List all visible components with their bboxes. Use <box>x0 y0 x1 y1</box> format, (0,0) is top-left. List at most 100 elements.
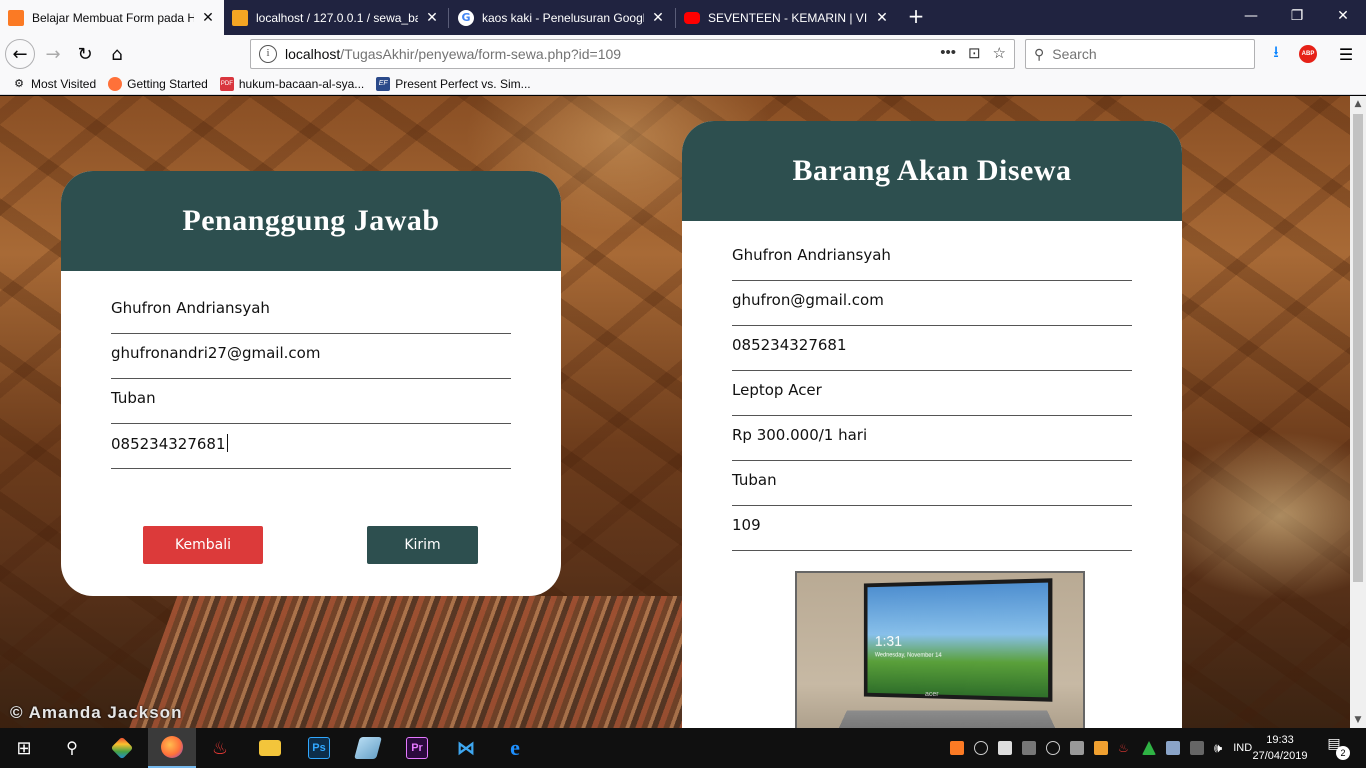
renter-name-field: Ghufron Andriansyah <box>732 236 1132 281</box>
email-field[interactable]: ghufronandri27@gmail.com <box>111 334 511 379</box>
card-header: Barang Akan Disewa <box>682 121 1182 221</box>
taskbar-app-red[interactable]: ♨ <box>196 728 244 768</box>
bookmark-present-perfect[interactable]: EF Present Perfect vs. Sim... <box>370 76 536 91</box>
system-tray: ♨ 🕪 IND <box>945 728 1252 768</box>
network-icon[interactable] <box>974 741 988 755</box>
forward-button[interactable]: → <box>38 39 68 69</box>
edge-icon: e <box>510 735 520 760</box>
item-location-field: Tuban <box>732 461 1132 506</box>
item-photo-laptop: 1:31 Wednesday, November 14 acer <box>795 571 1085 728</box>
xampp-tray-icon[interactable] <box>950 741 964 755</box>
info-icon[interactable]: i <box>259 45 277 63</box>
back-button[interactable]: ← <box>5 39 35 69</box>
laptop-clock: 1:31 <box>874 633 903 650</box>
tab-google[interactable]: G kaos kaki - Penelusuran Google ✕ <box>450 0 674 35</box>
adblock-plus-icon[interactable]: ABP <box>1298 44 1318 64</box>
laptop-keyboard <box>824 710 1070 728</box>
taskbar-edge[interactable]: e <box>491 728 539 768</box>
laptop-brand: acer <box>925 691 939 698</box>
tab-youtube[interactable]: SEVENTEEN - KEMARIN | VIDEO ✕ <box>676 0 898 35</box>
minimize-button[interactable]: — <box>1228 0 1274 32</box>
scroll-up-icon[interactable]: ▲ <box>1350 96 1366 112</box>
photoshop-icon: Ps <box>308 737 330 759</box>
close-window-button[interactable]: ✕ <box>1320 0 1366 32</box>
card-title: Barang Akan Disewa <box>792 154 1072 187</box>
page-actions-icon[interactable]: ••• <box>940 44 956 62</box>
search-bar[interactable]: ⚲ Search <box>1025 39 1255 69</box>
field-value: Ghufron Andriansyah <box>111 299 270 317</box>
app-colorful-icon <box>110 736 134 760</box>
notification-count: 2 <box>1336 746 1350 760</box>
laptop-screen: 1:31 Wednesday, November 14 <box>863 578 1053 702</box>
bookmark-star-icon[interactable]: ☆ <box>993 44 1006 62</box>
renter-email-field: ghufron@gmail.com <box>732 281 1132 326</box>
submit-button[interactable]: Kirim <box>367 526 478 564</box>
restore-button[interactable]: ❐ <box>1274 0 1320 32</box>
pocket-icon[interactable]: ⊡ <box>968 44 981 62</box>
close-tab-icon[interactable]: ✕ <box>650 10 666 26</box>
home-button[interactable]: ⌂ <box>102 39 132 69</box>
volume-icon[interactable]: 🕪 <box>1214 740 1222 756</box>
app-red-icon: ♨ <box>211 737 229 758</box>
close-tab-icon[interactable]: ✕ <box>874 10 890 26</box>
link-icon[interactable] <box>1046 741 1060 755</box>
download-icon[interactable]: ⭳ <box>1266 42 1286 64</box>
app-orange-tray-icon[interactable] <box>1094 741 1108 755</box>
address-field[interactable]: Tuban <box>111 379 511 424</box>
start-button[interactable]: ⊞ <box>0 728 48 768</box>
page-scrollbar[interactable]: ▲ ▼ <box>1350 96 1366 728</box>
taskbar-app-notebook[interactable] <box>344 728 392 768</box>
app-notebook-icon <box>354 737 382 759</box>
taskbar-premiere[interactable]: Pr <box>393 728 441 768</box>
app-green-tray-icon[interactable] <box>1142 741 1156 755</box>
url-path: /TugasAkhir/penyewa/form-sewa.php?id=109 <box>340 46 622 62</box>
app-tray-icon[interactable] <box>1070 741 1084 755</box>
taskbar-vscode[interactable]: ⋈ <box>442 728 490 768</box>
menu-hamburger-icon[interactable]: ☰ <box>1336 44 1356 64</box>
bookmark-hukum-bacaan[interactable]: PDF hukum-bacaan-al-sya... <box>214 76 370 91</box>
taskbar-firefox[interactable] <box>148 728 196 768</box>
taskbar-clock[interactable]: 19:33 27/04/2019 <box>1245 732 1315 764</box>
premiere-icon: Pr <box>406 737 428 759</box>
field-value: Ghufron Andriansyah <box>732 246 891 264</box>
name-field[interactable]: Ghufron Andriansyah <box>111 289 511 334</box>
action-center-button[interactable]: ▤ 2 <box>1322 736 1350 760</box>
search-icon: ⚲ <box>66 740 78 757</box>
search-placeholder: Search <box>1052 46 1097 62</box>
home-icon: ⌂ <box>111 43 123 65</box>
taskbar-file-explorer[interactable] <box>246 728 294 768</box>
phone-field[interactable]: 085234327681 <box>111 424 511 469</box>
reload-button[interactable]: ↻ <box>70 39 100 69</box>
tab-phpmyadmin[interactable]: localhost / 127.0.0.1 / sewa_barang ✕ <box>224 0 448 35</box>
url-bar[interactable]: i localhost/TugasAkhir/penyewa/form-sewa… <box>250 39 1015 69</box>
new-tab-button[interactable]: + <box>904 4 928 30</box>
item-name-field: Leptop Acer <box>732 371 1132 416</box>
back-button[interactable]: Kembali <box>143 526 263 564</box>
card-header: Penanggung Jawab <box>61 171 561 271</box>
taskbar-photoshop[interactable]: Ps <box>295 728 343 768</box>
scroll-down-icon[interactable]: ▼ <box>1350 712 1366 728</box>
bookmark-most-visited[interactable]: ⚙ Most Visited <box>6 77 102 91</box>
scrollbar-thumb[interactable] <box>1353 114 1363 582</box>
taskbar-app-colorful[interactable] <box>98 728 146 768</box>
tab-belajar-form[interactable]: Belajar Membuat Form pada HTML ✕ <box>0 0 224 35</box>
taskbar-search-button[interactable]: ⚲ <box>48 728 96 768</box>
folder-icon <box>259 740 281 756</box>
display-icon[interactable] <box>1022 741 1036 755</box>
photo-watermark: © Amanda Jackson <box>10 703 183 722</box>
windows-taskbar: ⊞ ⚲ ♨ Ps Pr ⋈ e ♨ 🕪 IND 19:33 27/04/2019… <box>0 728 1366 768</box>
gear-icon: ⚙ <box>14 78 24 90</box>
reload-icon: ↻ <box>77 43 93 65</box>
bookmark-getting-started[interactable]: Getting Started <box>102 76 214 91</box>
close-tab-icon[interactable]: ✕ <box>200 10 216 26</box>
app-gray-tray-icon[interactable] <box>1190 741 1204 755</box>
phpmyadmin-icon <box>232 9 248 26</box>
navigation-toolbar: ← → ↻ ⌂ i localhost/TugasAkhir/penyewa/f… <box>0 35 1366 73</box>
bookmark-label: Getting Started <box>127 76 208 91</box>
app-blue-tray-icon[interactable] <box>1166 741 1180 755</box>
security-icon[interactable] <box>998 741 1012 755</box>
field-value: 085234327681 <box>111 435 226 453</box>
close-tab-icon[interactable]: ✕ <box>424 10 440 26</box>
search-icon: ⚲ <box>1034 45 1045 62</box>
app-red-tray-icon[interactable]: ♨ <box>1118 741 1132 755</box>
